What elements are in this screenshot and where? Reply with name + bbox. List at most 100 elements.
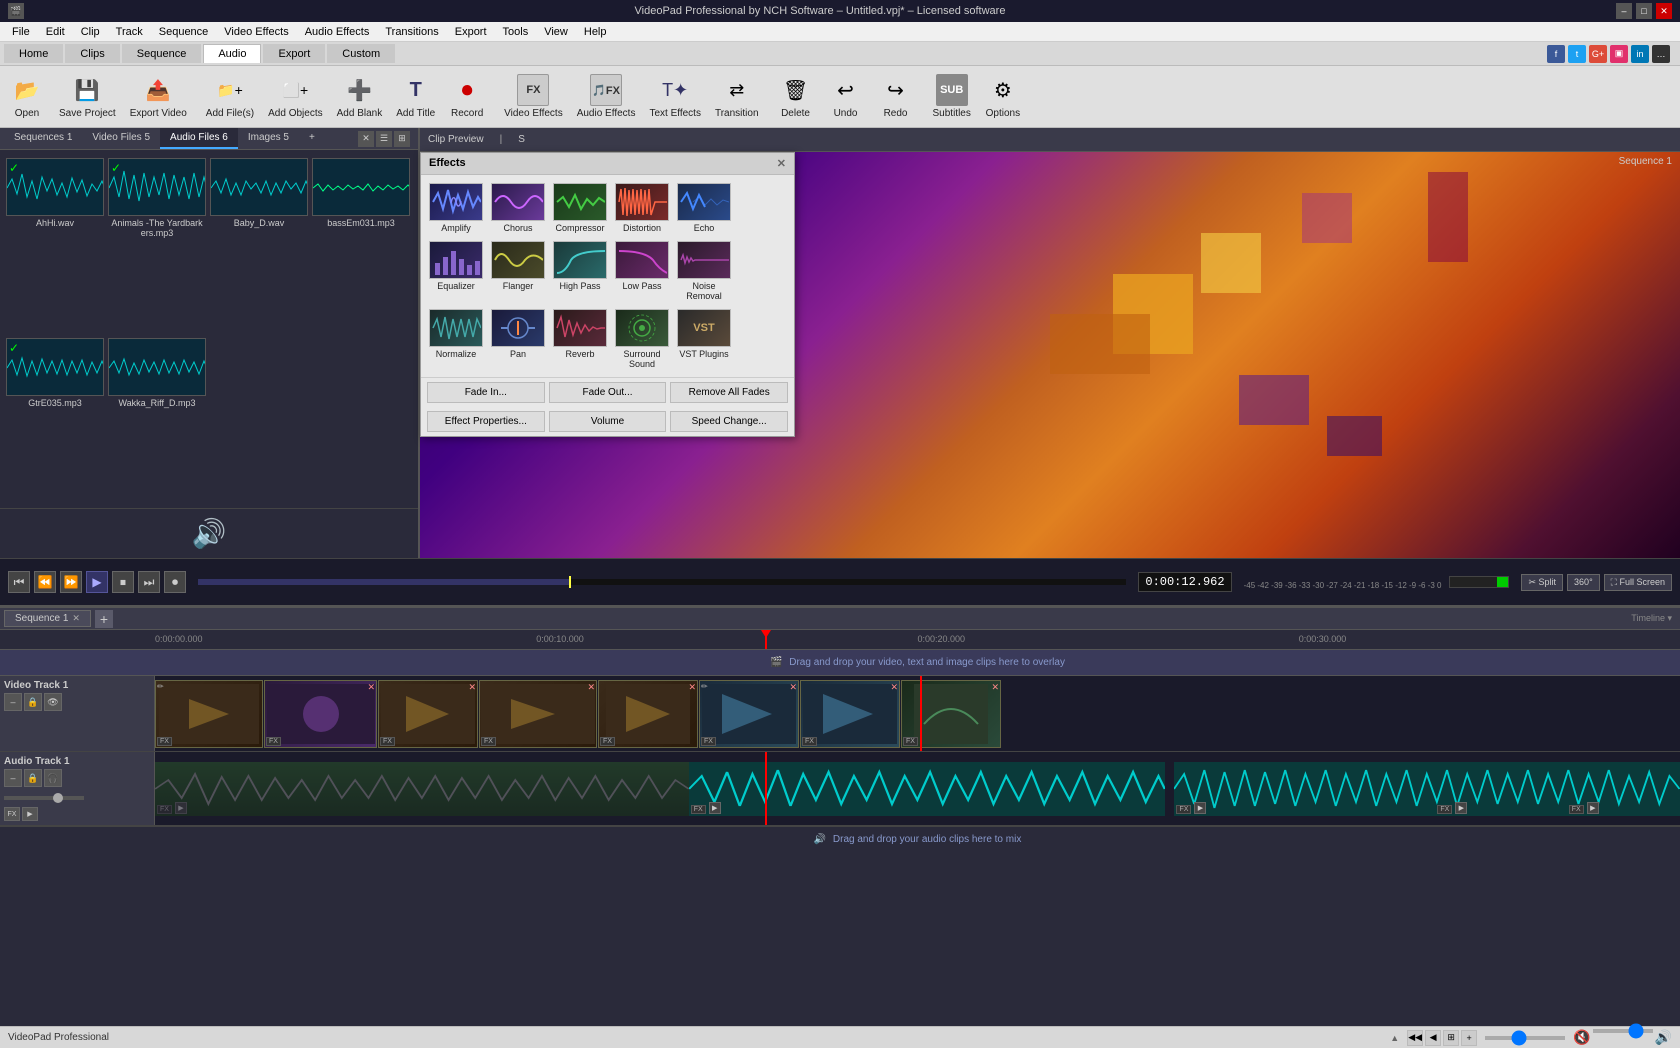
delete-view-button[interactable]: ✕: [358, 131, 374, 147]
clip-7-close[interactable]: ✕: [890, 682, 898, 693]
tab-sequence[interactable]: Sequence: [122, 44, 202, 63]
clip-8-close[interactable]: ✕: [991, 682, 999, 693]
effect-noiseremoval[interactable]: Noise Removal: [675, 239, 733, 303]
video-clip-6[interactable]: ✏ ✕ FX: [699, 680, 799, 748]
clip-3-close[interactable]: ✕: [468, 682, 476, 693]
sequence-1-close[interactable]: ✕: [72, 613, 80, 624]
menu-clip[interactable]: Clip: [73, 24, 108, 40]
seg2-arrow[interactable]: ▶: [1194, 802, 1206, 814]
scroll-left-button[interactable]: ◀◀: [1407, 1030, 1423, 1046]
video-clip-5[interactable]: ✕ FX: [598, 680, 698, 748]
menu-tools[interactable]: Tools: [495, 24, 537, 40]
effect-equalizer[interactable]: Equalizer: [427, 239, 485, 303]
instagram-icon[interactable]: ▣: [1610, 45, 1628, 63]
seg1-arrow[interactable]: ▶: [709, 802, 721, 814]
file-item-ahhi[interactable]: ✓ AhHi.wav: [6, 156, 104, 332]
file-item-bassem[interactable]: bassEm031.mp3: [312, 156, 410, 332]
list-view-button[interactable]: ☰: [376, 131, 392, 147]
tab-audio[interactable]: Audio: [203, 44, 261, 63]
add-tab-button[interactable]: +: [299, 128, 325, 149]
add-files-button[interactable]: 📁+ Add File(s): [199, 66, 261, 127]
effect-highpass[interactable]: High Pass: [551, 239, 609, 303]
add-blank-button[interactable]: ➕ Add Blank: [330, 66, 390, 127]
stop-button[interactable]: ⏹: [112, 571, 134, 593]
video-eye-button[interactable]: 👁: [44, 693, 62, 711]
close-button[interactable]: ✕: [1656, 3, 1672, 19]
effect-surround[interactable]: Surround Sound: [613, 307, 671, 371]
zoom-slider[interactable]: [1485, 1036, 1565, 1040]
export-video-button[interactable]: 📤 Export Video: [123, 66, 194, 127]
sequence-1-tab[interactable]: Sequence 1 ✕: [4, 610, 91, 627]
effect-normalize[interactable]: Normalize: [427, 307, 485, 371]
add-objects-button[interactable]: ⬜+ Add Objects: [261, 66, 329, 127]
facebook-icon[interactable]: f: [1547, 45, 1565, 63]
video-clip-3[interactable]: ✕ FX: [378, 680, 478, 748]
effect-lowpass[interactable]: Low Pass: [613, 239, 671, 303]
file-item-gtre[interactable]: ✓ GtrE035.mp3: [6, 336, 104, 502]
effect-properties-button[interactable]: Effect Properties...: [427, 411, 545, 432]
audio-arrow-button[interactable]: ▶: [22, 807, 38, 821]
linkedin-icon[interactable]: in: [1631, 45, 1649, 63]
sequences-tab[interactable]: Sequences 1: [4, 128, 82, 149]
file-item-babyd[interactable]: Baby_D.wav: [210, 156, 308, 332]
more-social-icon[interactable]: …: [1652, 45, 1670, 63]
video-clip-1[interactable]: ✏ FX: [155, 680, 263, 748]
open-button[interactable]: 📂 Open: [2, 66, 52, 127]
audio-seg-1[interactable]: FX ▶: [689, 762, 1165, 816]
text-effects-button[interactable]: T✦ Text Effects: [642, 66, 708, 127]
video-clip-2[interactable]: ✕ FX: [264, 680, 377, 748]
menu-sequence[interactable]: Sequence: [151, 24, 217, 40]
audio-mute-button[interactable]: –: [4, 769, 22, 787]
audio-clip-dim[interactable]: FX ▶: [155, 762, 689, 816]
video-clip-7[interactable]: ✕ FX: [800, 680, 900, 748]
menu-audioeffects[interactable]: Audio Effects: [297, 24, 378, 40]
next-frame-button[interactable]: ⏭: [138, 571, 160, 593]
audio-effects-button[interactable]: 🎵FX Audio Effects: [570, 66, 643, 127]
video-lock-button[interactable]: 🔒: [24, 693, 42, 711]
split-button[interactable]: ✂ Split: [1521, 574, 1563, 591]
360-button[interactable]: 360°: [1567, 574, 1600, 591]
video-mute-button[interactable]: –: [4, 693, 22, 711]
seg3-arrow[interactable]: ▶: [1455, 802, 1467, 814]
fade-out-button[interactable]: Fade Out...: [549, 382, 667, 403]
window-controls[interactable]: – □ ✕: [1616, 3, 1672, 19]
clip-2-close[interactable]: ✕: [367, 682, 375, 693]
menu-transitions[interactable]: Transitions: [377, 24, 446, 40]
audio-volume-slider[interactable]: [4, 796, 84, 800]
volume-max-icon[interactable]: 🔊: [1655, 1029, 1672, 1046]
effects-close-icon[interactable]: ✕: [777, 157, 786, 170]
menu-edit[interactable]: Edit: [38, 24, 73, 40]
record-button[interactable]: ⏺ Record: [442, 66, 492, 127]
seg4-arrow[interactable]: ▶: [1587, 802, 1599, 814]
video-effects-button[interactable]: FX Video Effects: [497, 66, 570, 127]
audio-seg-2[interactable]: FX ▶ FX ▶ FX ▶: [1174, 762, 1680, 816]
tab-clips[interactable]: Clips: [65, 44, 119, 63]
save-project-button[interactable]: 💾 Save Project: [52, 66, 123, 127]
menu-file[interactable]: File: [4, 24, 38, 40]
grid-view-button[interactable]: ⊞: [394, 131, 410, 147]
video-clip-8[interactable]: ✕ FX: [901, 680, 1001, 748]
effect-vst[interactable]: VST VST Plugins: [675, 307, 733, 371]
fullscreen-button[interactable]: ⛶ Full Screen: [1604, 574, 1672, 591]
tab-custom[interactable]: Custom: [327, 44, 395, 63]
file-item-wakka[interactable]: Wakka_Riff_D.mp3: [108, 336, 206, 502]
audio-files-tab[interactable]: Audio Files 6: [160, 128, 238, 149]
file-item-animals[interactable]: ✓ Animals -The Yardbarkers.mp3: [108, 156, 206, 332]
effect-distortion[interactable]: Distortion: [613, 181, 671, 235]
undo-button[interactable]: ↩ Undo: [821, 66, 871, 127]
effect-chorus[interactable]: Chorus: [489, 181, 547, 235]
speed-change-button[interactable]: Speed Change...: [670, 411, 788, 432]
mute-icon[interactable]: 🔇: [1573, 1029, 1590, 1046]
effect-flanger[interactable]: Flanger: [489, 239, 547, 303]
menu-view[interactable]: View: [536, 24, 576, 40]
master-volume-slider[interactable]: [1593, 1029, 1653, 1033]
audio-fx-button[interactable]: FX: [4, 807, 20, 821]
effect-echo[interactable]: Echo: [675, 181, 733, 235]
remove-fades-button[interactable]: Remove All Fades: [670, 382, 788, 403]
volume-button[interactable]: Volume: [549, 411, 667, 432]
menu-export[interactable]: Export: [447, 24, 495, 40]
transition-button[interactable]: ⇄ Transition: [708, 66, 766, 127]
zoom-fit-button[interactable]: ⊞: [1443, 1030, 1459, 1046]
clip-5-close[interactable]: ✕: [688, 682, 696, 693]
menu-videoeffects[interactable]: Video Effects: [216, 24, 296, 40]
